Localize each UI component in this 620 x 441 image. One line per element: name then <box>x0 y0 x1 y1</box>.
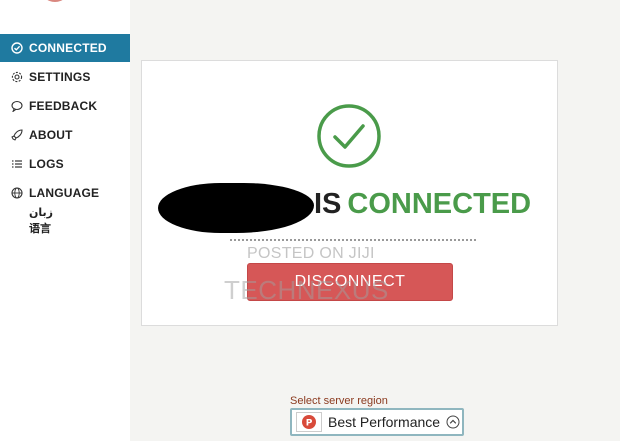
sidebar-item-settings[interactable]: SETTINGS <box>0 63 130 91</box>
gear-icon <box>10 71 23 84</box>
connected-check-icon <box>316 103 382 169</box>
sidebar-item-label: CONNECTED <box>29 41 107 55</box>
language-option-chinese[interactable]: 语言 <box>29 220 51 236</box>
server-region-value: Best Performance <box>328 414 441 430</box>
server-region-select[interactable]: P Best Performance <box>290 408 464 436</box>
connection-status-line: IS CONNECTED <box>158 183 558 233</box>
watermark-posted: POSTED ON JIJI <box>247 245 375 262</box>
status-word: CONNECTED <box>347 188 532 220</box>
connection-status-card: IS CONNECTED POSTED ON JIJI DISCONNECT TE… <box>141 60 558 326</box>
sidebar-item-language[interactable]: LANGUAGE <box>0 179 130 207</box>
globe-icon <box>10 187 23 200</box>
status-text: IS CONNECTED <box>314 188 531 221</box>
chat-bubble-icon <box>10 100 23 113</box>
sidebar-item-label: LANGUAGE <box>29 186 100 200</box>
sidebar-item-label: FEEDBACK <box>29 99 98 113</box>
app-logo <box>40 0 70 2</box>
disconnect-button[interactable]: DISCONNECT <box>247 263 453 301</box>
sidebar-item-feedback[interactable]: FEEDBACK <box>0 92 130 120</box>
status-prefix: IS <box>314 188 342 220</box>
sidebar-item-label: ABOUT <box>29 128 73 142</box>
sidebar-item-connected[interactable]: CONNECTED <box>0 34 130 62</box>
svg-text:P: P <box>306 419 313 429</box>
check-circle-icon <box>10 42 23 55</box>
rocket-icon <box>10 129 23 142</box>
sidebar-item-logs[interactable]: LOGS <box>0 150 130 178</box>
language-option-persian[interactable]: زبان <box>29 206 53 219</box>
server-region-label: Select server region <box>290 395 388 407</box>
sidebar-item-label: SETTINGS <box>29 70 91 84</box>
redacted-server-name <box>158 183 314 233</box>
sidebar-item-about[interactable]: ABOUT <box>0 121 130 149</box>
chevron-up-icon <box>446 415 460 429</box>
list-icon <box>10 158 23 171</box>
sidebar-item-label: LOGS <box>29 157 64 171</box>
best-performance-icon: P <box>296 412 322 432</box>
sidebar: CONNECTED SETTINGS FEEDBACK ABOUT LOGS L… <box>0 0 130 441</box>
dotted-divider <box>230 239 476 241</box>
